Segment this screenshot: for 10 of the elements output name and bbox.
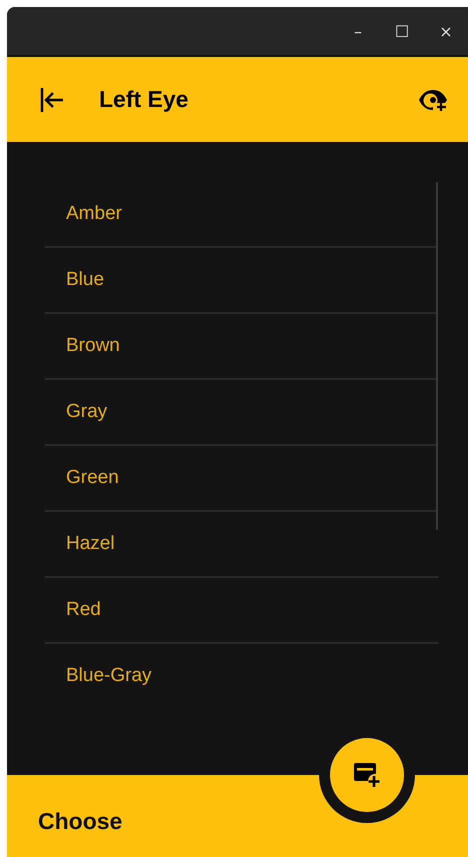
- card-plus-icon: [353, 762, 381, 788]
- list-item[interactable]: Red: [45, 578, 438, 644]
- screen-title: Left Eye: [99, 86, 190, 113]
- minimize-button[interactable]: –: [336, 11, 380, 51]
- maximize-button[interactable]: ☐: [380, 11, 424, 51]
- list-item[interactable]: Blue-Gray: [45, 644, 438, 708]
- list-item[interactable]: Hazel: [45, 512, 438, 578]
- footer-label: Choose: [38, 808, 122, 834]
- eye-icon: [418, 88, 448, 112]
- close-button[interactable]: ×: [424, 11, 468, 51]
